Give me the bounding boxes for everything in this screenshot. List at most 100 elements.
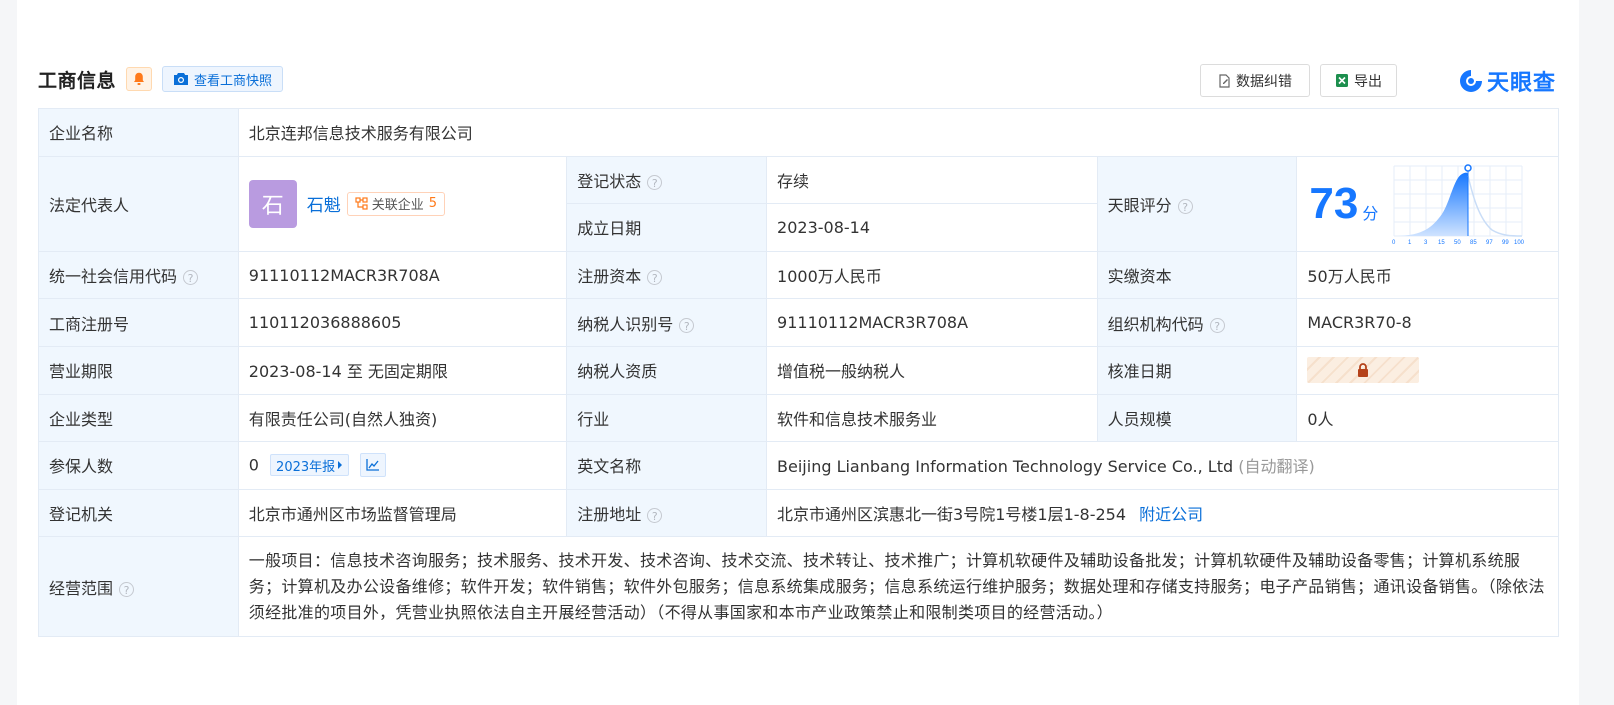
score-axis-tick: 15 [1438, 240, 1445, 246]
rating-score: 73 [1309, 178, 1359, 228]
bell-icon[interactable] [126, 67, 153, 91]
help-icon[interactable]: ? [647, 174, 663, 190]
insured-cell: 0 2023年报 [237, 441, 568, 490]
score-axis-tick: 97 [1486, 240, 1493, 246]
reg-capital-label: 注册资本? [566, 250, 768, 300]
type-label: 企业类型 [38, 393, 239, 443]
credit-code-label-text: 统一社会信用代码 [49, 267, 178, 287]
legal-rep-label: 法定代表人 [38, 155, 239, 252]
address-label: 注册地址? [566, 488, 768, 538]
export-label: 导出 [1354, 73, 1382, 90]
lock-icon [1358, 363, 1369, 378]
annual-report-link[interactable]: 2023年报 [270, 454, 350, 477]
rating-distribution-chart: 0 1 3 15 50 85 97 99 100 [1392, 163, 1524, 246]
org-code-value: MACR3R70-8 [1296, 298, 1559, 347]
address-cell: 北京市通州区滨惠北一街3号院1号楼1层1-8-254 附近公司 [766, 488, 1559, 538]
table-row: 统一社会信用代码? 91110112MACR3R708A 注册资本? 1000万… [38, 250, 1559, 300]
staff-value: 0人 [1296, 393, 1559, 443]
found-date-label: 成立日期 [566, 203, 768, 252]
score-axis-tick: 99 [1502, 240, 1509, 246]
table-row: 法定代表人 石 石魁 关联企业 5 登记状态? 存续 天眼评分? 73 分 0 … [38, 155, 1559, 252]
reg-no-label: 工商注册号 [38, 298, 239, 347]
en-name-value: Beijing Lianbang Information Technology … [777, 457, 1234, 477]
view-snapshot-label: 查看工商快照 [194, 73, 273, 89]
type-value: 有限责任公司(自然人独资) [237, 393, 568, 443]
taxpayer-id-value: 91110112MACR3R708A [766, 298, 1098, 347]
reg-status-label-text: 登记状态 [577, 171, 642, 191]
reg-capital-label-text: 注册资本 [577, 267, 642, 287]
authority-value: 北京市通州区市场监督管理局 [237, 488, 568, 538]
reg-status-label: 登记状态? [566, 155, 768, 205]
annual-report-label: 2023年报 [276, 459, 336, 475]
help-icon[interactable]: ? [647, 508, 663, 524]
address-value: 北京市通州区滨惠北一街3号院1号楼1层1-8-254 [777, 505, 1127, 525]
found-date-value: 2023-08-14 [766, 203, 1098, 252]
taxpayer-qual-label: 纳税人资质 [566, 345, 768, 395]
tianyancha-logo[interactable]: 天眼查 [1458, 64, 1556, 97]
help-icon[interactable]: ? [647, 270, 663, 286]
table-row: 参保人数 0 2023年报 英文名称 Beijing Lianbang Info… [38, 441, 1559, 490]
reg-capital-value: 1000万人民币 [766, 250, 1098, 300]
data-correction-button[interactable]: 数据纠错 [1200, 64, 1310, 97]
score-axis-tick: 0 [1392, 240, 1396, 246]
related-label: 关联企业 [371, 198, 424, 214]
trend-chart-icon [366, 459, 380, 472]
help-icon[interactable]: ? [679, 317, 695, 333]
credit-code-value: 91110112MACR3R708A [237, 250, 568, 300]
paid-capital-label: 实缴资本 [1096, 250, 1298, 300]
org-code-label: 组织机构代码? [1096, 298, 1298, 347]
help-icon[interactable]: ? [1177, 198, 1193, 214]
industry-label: 行业 [566, 393, 768, 443]
reg-no-value: 110112036888605 [237, 298, 568, 347]
data-correction-label: 数据纠错 [1236, 73, 1292, 90]
scope-label: 经营范围? [38, 536, 239, 638]
document-edit-icon [1219, 73, 1230, 88]
nearby-companies-link[interactable]: 附近公司 [1139, 505, 1203, 524]
en-name-label: 英文名称 [566, 441, 768, 490]
company-name-label: 企业名称 [38, 108, 239, 157]
tianyancha-logo-icon [1460, 69, 1482, 92]
taxpayer-id-label: 纳税人识别号? [566, 298, 768, 347]
excel-icon [1336, 74, 1348, 87]
help-icon[interactable]: ? [1209, 317, 1225, 333]
table-row: 工商注册号 110112036888605 纳税人识别号? 91110112MA… [38, 298, 1559, 347]
paid-capital-value: 50万人民币 [1296, 250, 1559, 300]
score-axis-tick: 3 [1424, 240, 1428, 246]
rating-label-text: 天眼评分 [1107, 195, 1172, 215]
table-row: 登记机关 北京市通州区市场监督管理局 注册地址? 北京市通州区滨惠北一街3号院1… [38, 488, 1559, 538]
rating-cell: 73 分 0 1 3 15 50 85 97 99 100 [1296, 155, 1559, 252]
locked-value[interactable] [1307, 357, 1420, 384]
business-info-table: 企业名称 北京连邦信息技术服务有限公司 法定代表人 石 石魁 关联企业 5 登记… [38, 108, 1560, 638]
en-name-cell: Beijing Lianbang Information Technology … [766, 441, 1559, 490]
insured-trend-button[interactable] [360, 453, 387, 478]
camera-icon [174, 73, 189, 85]
score-axis-tick: 100 [1514, 240, 1524, 246]
related-count: 5 [428, 196, 438, 212]
legal-rep-cell: 石 石魁 关联企业 5 [237, 155, 568, 252]
help-icon[interactable]: ? [183, 270, 199, 286]
help-icon[interactable]: ? [119, 581, 135, 597]
org-code-label-text: 组织机构代码 [1107, 314, 1204, 334]
table-row: 营业期限 2023-08-14 至 无固定期限 纳税人资质 增值税一般纳税人 核… [38, 345, 1559, 395]
term-label: 营业期限 [38, 345, 239, 395]
rating-label: 天眼评分? [1096, 155, 1298, 252]
table-row: 经营范围? 一般项目：信息技术咨询服务；技术服务、技术开发、技术咨询、技术交流、… [38, 536, 1560, 638]
address-label-text: 注册地址 [577, 505, 642, 525]
legal-rep-name-link[interactable]: 石魁 [307, 191, 341, 216]
section-header: 工商信息 查看工商快照 [38, 64, 284, 94]
avatar[interactable]: 石 [248, 179, 297, 228]
scope-value: 一般项目：信息技术咨询服务；技术服务、技术开发、技术咨询、技术交流、技术转让、技… [237, 536, 1560, 638]
scope-label-text: 经营范围 [49, 578, 114, 598]
related-companies-button[interactable]: 关联企业 5 [346, 191, 446, 216]
view-snapshot-button[interactable]: 查看工商快照 [162, 66, 284, 92]
insured-label: 参保人数 [38, 441, 239, 490]
relation-icon [355, 197, 368, 210]
table-row: 企业类型 有限责任公司(自然人独资) 行业 软件和信息技术服务业 人员规模 0人 [38, 393, 1559, 443]
rating-score-unit: 分 [1362, 203, 1379, 223]
authority-label: 登记机关 [38, 488, 239, 538]
staff-label: 人员规模 [1096, 393, 1298, 443]
score-axis-tick: 1 [1408, 240, 1412, 246]
taxpayer-id-label-text: 纳税人识别号 [577, 314, 674, 334]
export-button[interactable]: 导出 [1320, 64, 1397, 97]
score-axis-tick: 50 [1454, 240, 1461, 246]
